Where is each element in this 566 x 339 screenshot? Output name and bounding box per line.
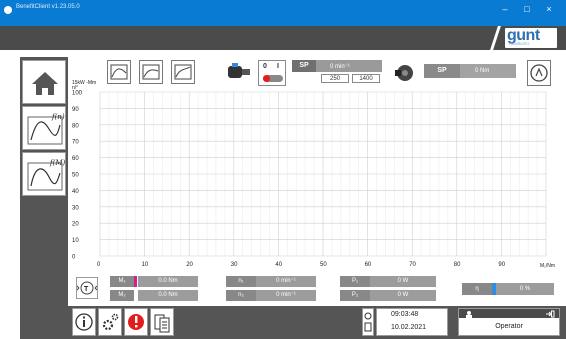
torque-speed-chart: 0 10 20 30 40 50 60 70 80 90 100 0 10 20 30 40 50 60 70 80…: [72, 80, 555, 269]
app-icon: [4, 6, 12, 14]
maximize-button[interactable]: □: [518, 3, 536, 15]
efficiency-label: η: [462, 283, 492, 295]
clock-icon: [362, 308, 374, 336]
n2-value: 0 min⁻¹: [256, 290, 316, 301]
y-tick-label: 60: [72, 156, 79, 162]
datetime-panel: 09:03:48 10.02.2021: [376, 308, 448, 336]
alarm-icon: [128, 314, 144, 330]
p1-label: P₁: [340, 276, 370, 287]
x-tick-label: 50: [320, 262, 327, 268]
y-tick-label: 80: [72, 123, 79, 129]
y-tick-label: 100: [72, 91, 83, 97]
y-tick-label: 20: [72, 222, 79, 228]
info-icon: [75, 313, 93, 331]
settings-icon: [102, 313, 119, 331]
user-name: Operator: [495, 323, 523, 330]
x-tick-label: 30: [231, 262, 238, 268]
y-tick-label: 50: [72, 173, 79, 179]
y-tick-label: 10: [72, 238, 79, 244]
brake-sp-label: SP: [424, 64, 460, 78]
n2-label: n₂: [226, 290, 256, 301]
gunt-logo: gunt HAMBURG: [505, 27, 557, 48]
p2-label: P₂: [340, 290, 370, 301]
speed-curve-label: f(n): [51, 113, 65, 121]
n1-value: 0 min⁻¹: [256, 276, 316, 287]
svg-text:T: T: [84, 286, 89, 293]
m1-label: M₁: [110, 276, 134, 287]
window-titlebar: BenefitClient v1.23.05.0 – □ ×: [0, 0, 566, 26]
n1-label: n₁: [226, 276, 256, 287]
m2-value: 0.0 Nm: [138, 290, 198, 301]
y-tick-label: 0: [72, 255, 76, 261]
readout-panel: T M₁ 0.0 Nm M₂ 0.0 Nm n₁ 0 min⁻¹ n₂ 0 mi…: [68, 274, 566, 304]
x-tick-label: 60: [365, 262, 372, 268]
sidebar-item-speed-curve[interactable]: f(n): [22, 106, 66, 150]
m2-label: M₂: [110, 290, 134, 301]
y-tick-label: 90: [72, 107, 79, 113]
sidebar-item-torque-curve[interactable]: f(M): [22, 152, 66, 196]
switch-off-label: 0: [263, 63, 267, 70]
clock-date: 10.02.2021: [391, 324, 427, 331]
logo-subtitle: HAMBURG: [509, 41, 530, 46]
y-tick-label: 70: [72, 140, 79, 146]
info-button[interactable]: [72, 308, 96, 336]
efficiency-value: 0 %: [496, 283, 554, 295]
minimize-button[interactable]: –: [496, 3, 514, 15]
brand-bar: gunt HAMBURG: [0, 26, 566, 50]
brake-sp-value: 0 Nm: [475, 68, 490, 74]
x-tick-labels: 0 10 20 30 40 50 60 70 80 90: [97, 262, 506, 268]
window-title: BenefitClient v1.23.05.0: [16, 4, 80, 10]
x-tick-label: 40: [275, 262, 282, 268]
m1-value: 0.0 Nm: [138, 276, 198, 287]
y-tick-label: 30: [72, 205, 79, 211]
user-panel[interactable]: Operator: [458, 308, 560, 336]
x-tick-label: 90: [498, 262, 505, 268]
speed-curve-icon: f(n): [27, 113, 65, 145]
login-icon: [546, 310, 555, 318]
data-export-button[interactable]: [150, 308, 174, 336]
x-tick-label: 80: [454, 262, 461, 268]
x-tick-label: 10: [142, 262, 149, 268]
brand-stripe: [490, 26, 501, 50]
m1-indicator: [134, 276, 137, 287]
tachometer-icon: T: [76, 281, 98, 295]
home-icon: [32, 72, 58, 95]
y-axis-label: 15kW -Mm n/°: [72, 80, 96, 91]
user-panel-header: [459, 309, 559, 318]
torque-curve-label: f(M): [49, 159, 65, 167]
close-button[interactable]: ×: [540, 3, 558, 15]
data-export-icon: [154, 314, 170, 333]
torque-curve-icon: f(M): [27, 159, 65, 191]
motor-icon: [228, 63, 250, 78]
y-tick-labels: 0 10 20 30 40 50 60 70 80 90 100: [72, 91, 83, 261]
chart-grid: [99, 91, 547, 257]
y-tick-label: 40: [72, 189, 79, 195]
tachometer-button[interactable]: T: [76, 277, 98, 299]
user-icon: [466, 311, 472, 318]
clock-time: 09:03:48: [391, 311, 419, 318]
x-axis-label: M₁/Nm: [540, 263, 555, 269]
p1-value: 0 W: [370, 276, 436, 287]
x-tick-label: 0: [97, 262, 101, 268]
alarm-button[interactable]: [124, 308, 148, 336]
home-button[interactable]: [22, 60, 66, 104]
motor-sp-label: SP: [292, 60, 316, 72]
x-tick-label: 20: [186, 262, 193, 268]
p2-value: 0 W: [370, 290, 436, 301]
x-tick-label: 70: [409, 262, 416, 268]
switch-on-label: I: [277, 63, 279, 70]
motor-sp-value: 0 min⁻¹: [330, 64, 350, 70]
settings-button[interactable]: [98, 308, 122, 336]
chart-area: 0 10 20 30 40 50 60 70 80 90 100 0 10 20 30 40 50 60 70 80…: [70, 80, 566, 270]
